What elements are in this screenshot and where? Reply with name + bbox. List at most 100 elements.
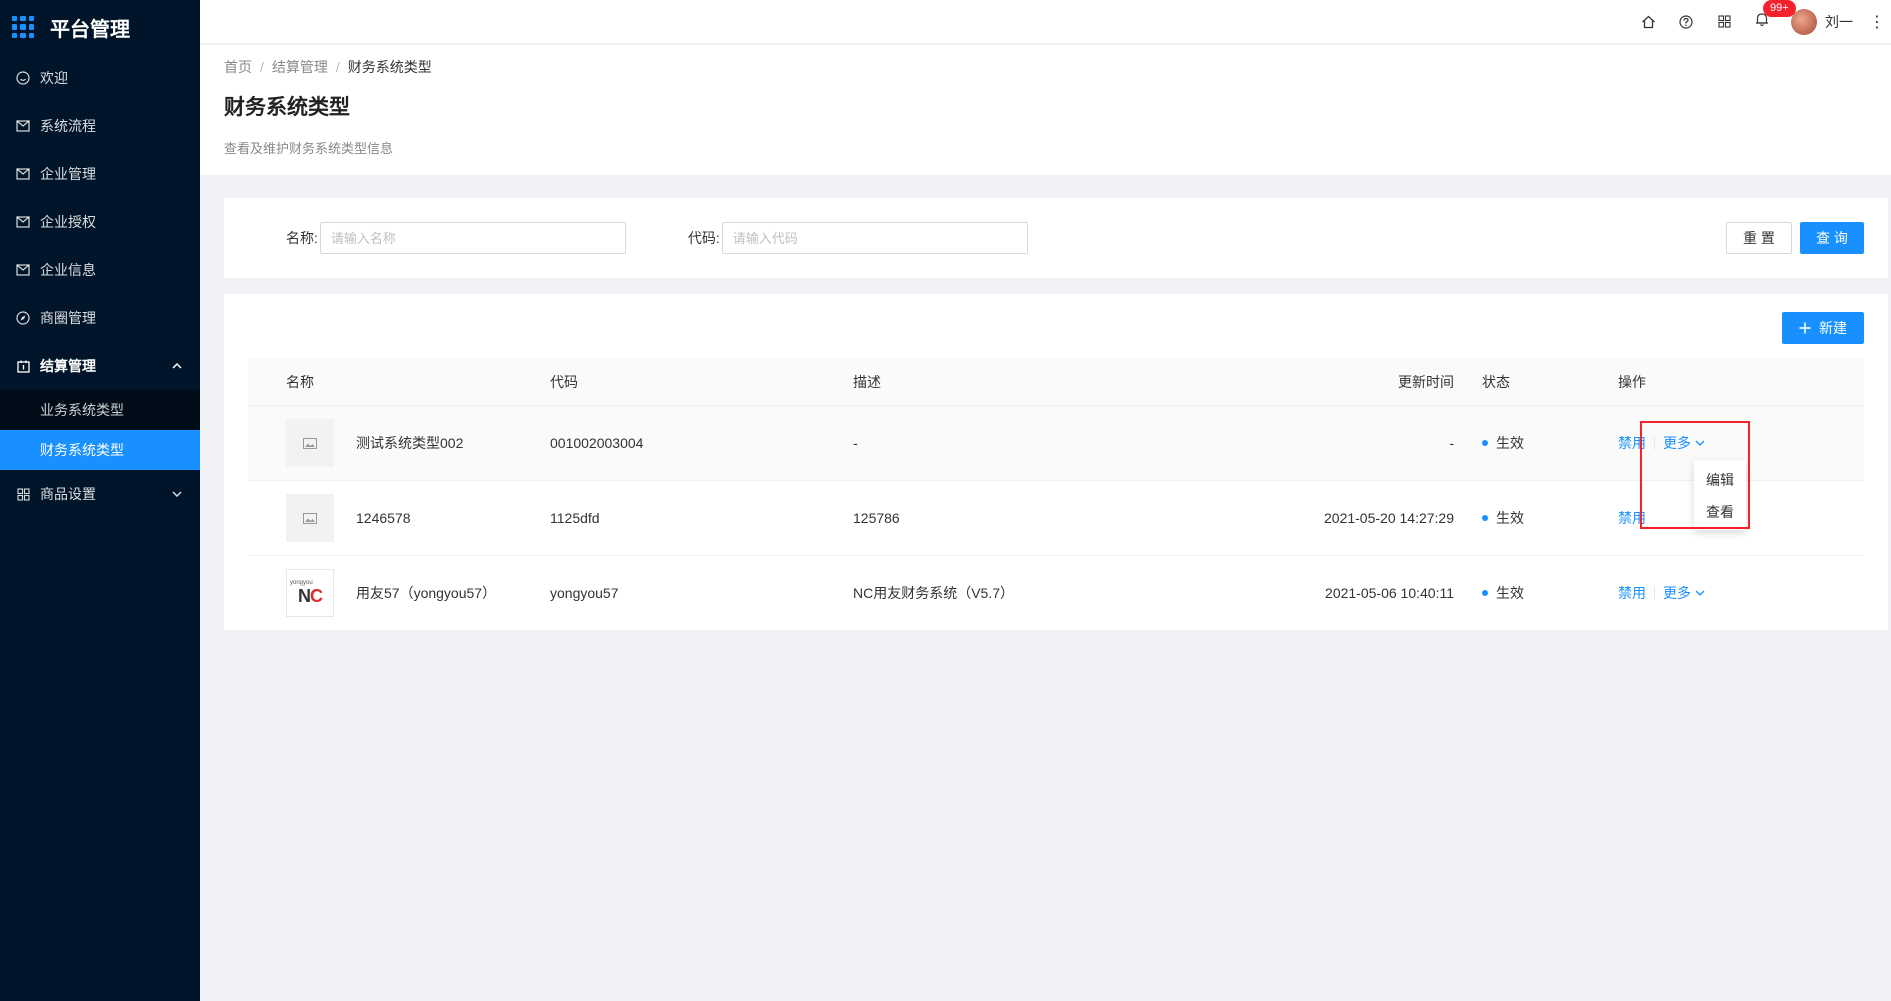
disable-link[interactable]: 禁用 [1618, 508, 1646, 528]
cell-updated-time: 2021-05-06 10:40:11 [1325, 585, 1454, 601]
user-name: 刘一 [1825, 13, 1853, 30]
top-header: 99+ 刘一 ⋮ [200, 0, 1891, 44]
sidebar-item-product-settings[interactable]: 商品设置 [0, 470, 200, 518]
name-search-input[interactable] [319, 222, 626, 254]
notification-button[interactable]: 99+ [1743, 0, 1796, 44]
smile-icon [16, 71, 30, 85]
more-vertical-icon[interactable]: ⋮ [1869, 12, 1885, 32]
status-dot [1482, 440, 1488, 446]
cell-updated-time: - [1449, 435, 1454, 451]
column-header-actions: 操作 [1618, 373, 1646, 390]
sidebar-item-settlement[interactable]: 结算管理 [0, 342, 200, 390]
table-row[interactable]: 测试系统类型002 001002003004 - - 生效 禁用 更多 [248, 406, 1864, 481]
sidebar-menu: 欢迎 系统流程 企业管理 企业授权 企业信息 商圈管理 结算管理 业务系统类型 … [0, 54, 200, 518]
question-icon[interactable] [1667, 0, 1705, 44]
status-text: 生效 [1496, 435, 1524, 451]
sidebar-item-enterprise-info[interactable]: 企业信息 [0, 246, 200, 294]
sidebar-item-label: 商品设置 [40, 486, 96, 502]
cell-actions: 禁用 更多 [1618, 433, 1864, 453]
sidebar-item-label: 企业管理 [40, 166, 96, 182]
cell-status: 生效 [1468, 583, 1618, 603]
sidebar-item-label: 欢迎 [40, 70, 68, 86]
breadcrumb-separator: / [260, 59, 264, 75]
compass-icon [16, 311, 30, 325]
reset-button[interactable]: 重 置 [1726, 222, 1792, 254]
code-field-label: 代码: [687, 230, 720, 246]
cell-description: NC用友财务系统（V5.7） [853, 585, 1015, 601]
more-dropdown-trigger[interactable]: 更多 [1663, 583, 1705, 603]
new-button-label: 新建 [1819, 320, 1847, 336]
page-title: 财务系统类型 [224, 96, 350, 119]
sidebar-item-label: 企业授权 [40, 214, 96, 230]
breadcrumb-home[interactable]: 首页 [224, 59, 252, 75]
breadcrumb: 首页 / 结算管理 / 财务系统类型 [224, 57, 1891, 77]
cell-code: 001002003004 [550, 435, 644, 451]
column-header-updated-time: 更新时间 [1398, 373, 1454, 390]
sidebar-item-welcome[interactable]: 欢迎 [0, 54, 200, 102]
apps-icon[interactable] [1705, 0, 1743, 44]
page-description: 查看及维护财务系统类型信息 [224, 141, 394, 156]
breadcrumb-current: 财务系统类型 [347, 59, 432, 75]
apps-logo-icon [12, 16, 34, 38]
nc-logo-icon: NC [298, 586, 323, 606]
column-header-code: 代码 [550, 373, 578, 390]
table-row[interactable]: 1246578 1125dfd 125786 2021-05-20 14:27:… [248, 481, 1864, 556]
cell-name: 1246578 [248, 494, 550, 542]
chevron-down-icon [1695, 440, 1705, 446]
settlement-submenu: 业务系统类型 财务系统类型 [0, 390, 200, 470]
sidebar: 平台管理 欢迎 系统流程 企业管理 企业授权 企业信息 商圈管理 结算管理 业务… [0, 0, 200, 1001]
image-placeholder-icon [286, 419, 334, 467]
sidebar-item-label: 企业信息 [40, 262, 96, 278]
sidebar-item-enterprise-auth[interactable]: 企业授权 [0, 198, 200, 246]
appstore-icon [16, 487, 30, 501]
disable-link[interactable]: 禁用 [1618, 433, 1646, 453]
breadcrumb-settlement[interactable]: 结算管理 [272, 59, 328, 75]
status-text: 生效 [1496, 585, 1524, 601]
cell-code: yongyou57 [550, 585, 619, 601]
dropdown-item-view[interactable]: 查看 [1694, 496, 1746, 528]
sidebar-item-system-flow[interactable]: 系统流程 [0, 102, 200, 150]
new-button[interactable]: 新建 [1782, 312, 1864, 344]
cell-updated-time: 2021-05-20 14:27:29 [1324, 510, 1454, 526]
sidebar-item-finance-system-type[interactable]: 财务系统类型 [0, 430, 200, 470]
sidebar-item-enterprise-management[interactable]: 企业管理 [0, 150, 200, 198]
breadcrumb-separator: / [335, 59, 340, 75]
sidebar-item-label: 结算管理 [40, 358, 96, 374]
table-row[interactable]: yongyou NC 用友57（yongyou57） yongyou57 NC用… [248, 556, 1864, 631]
cell-status: 生效 [1468, 433, 1618, 453]
more-dropdown-trigger[interactable]: 更多 [1663, 433, 1705, 453]
sidebar-item-label: 商圈管理 [40, 310, 96, 326]
sidebar-item-label: 系统流程 [40, 118, 96, 134]
mail-icon [16, 215, 30, 229]
divider [1654, 436, 1655, 450]
column-header-status: 状态 [1482, 373, 1510, 390]
home-icon[interactable] [1629, 0, 1667, 44]
column-header-name: 名称 [286, 373, 314, 390]
mail-icon [16, 119, 30, 133]
cell-description: 125786 [853, 510, 900, 526]
code-search-input[interactable] [721, 222, 1028, 254]
chevron-up-icon [172, 360, 182, 372]
table-header: 名称 代码 描述 更新时间 状态 操作 [248, 358, 1864, 406]
status-dot [1482, 515, 1488, 521]
sidebar-item-business-system-type[interactable]: 业务系统类型 [0, 390, 200, 430]
more-dropdown-menu: 编辑 查看 [1694, 460, 1746, 530]
mail-icon [16, 167, 30, 181]
query-button[interactable]: 查 询 [1800, 222, 1864, 254]
logo[interactable]: 平台管理 [0, 0, 200, 54]
row-name: 用友57（yongyou57） [356, 585, 497, 601]
sidebar-item-label: 业务系统类型 [40, 402, 124, 418]
mail-icon [16, 263, 30, 277]
app-root: 平台管理 欢迎 系统流程 企业管理 企业授权 企业信息 商圈管理 结算管理 业务… [0, 0, 1891, 1001]
more-label: 更多 [1663, 585, 1691, 601]
cell-name: yongyou NC 用友57（yongyou57） [248, 569, 550, 617]
notification-badge: 99+ [1763, 0, 1796, 17]
chevron-down-icon [172, 488, 182, 500]
sidebar-item-business-circle[interactable]: 商圈管理 [0, 294, 200, 342]
user-menu[interactable]: 刘一 [1791, 8, 1853, 35]
disable-link[interactable]: 禁用 [1618, 583, 1646, 603]
dropdown-item-edit[interactable]: 编辑 [1694, 464, 1746, 496]
page-header: 首页 / 结算管理 / 财务系统类型 财务系统类型 查看及维护财务系统类型信息 [200, 45, 1891, 175]
filter-card: 名称: 代码: 重 置 查 询 [224, 198, 1888, 278]
calendar-icon [16, 359, 30, 373]
